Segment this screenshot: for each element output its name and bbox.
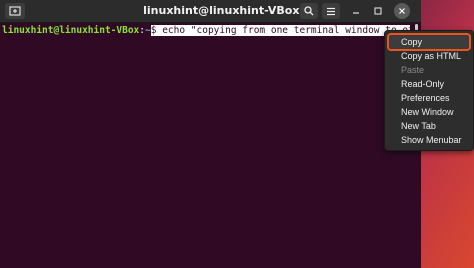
hamburger-menu-icon: [327, 7, 335, 15]
menu-item-copy-as-html[interactable]: Copy as HTML: [389, 49, 469, 63]
menu-item-paste[interactable]: Paste: [389, 63, 469, 77]
menu-item-show-menubar[interactable]: Show Menubar: [389, 133, 469, 147]
menu-button[interactable]: [322, 3, 340, 19]
terminal-area[interactable]: linuxhint@linuxhint-VBox:~$ echo "copyin…: [0, 23, 421, 268]
prompt-path: ~: [145, 25, 151, 36]
maximize-icon: [374, 7, 382, 15]
new-tab-button[interactable]: [5, 3, 25, 19]
command-line: linuxhint@linuxhint-VBox:~$ echo "copyin…: [2, 24, 421, 37]
menu-item-copy[interactable]: Copy: [387, 33, 471, 51]
terminal-window: linuxhint@linuxhint-VBox: ~ linuxhint@li…: [0, 0, 421, 268]
window-title: linuxhint@linuxhint-VBox: ~: [143, 4, 317, 17]
close-icon: [399, 8, 405, 14]
menu-item-new-tab[interactable]: New Tab: [389, 119, 469, 133]
context-menu: Copy Copy as HTML Paste Read-Only Prefer…: [384, 30, 474, 151]
prompt-user: linuxhint@linuxhint-VBox: [2, 25, 140, 36]
minimize-button[interactable]: [348, 3, 364, 19]
minimize-icon: [353, 12, 359, 14]
close-button[interactable]: [394, 3, 410, 19]
menu-item-new-window[interactable]: New Window: [389, 105, 469, 119]
menu-item-preferences[interactable]: Preferences: [389, 91, 469, 105]
title-bar: linuxhint@linuxhint-VBox: ~: [0, 0, 421, 23]
selected-command-text[interactable]: $ echo "copying from one terminal window…: [150, 25, 421, 36]
search-button[interactable]: [300, 3, 318, 19]
search-icon: [304, 6, 314, 16]
maximize-button[interactable]: [370, 3, 386, 19]
new-tab-icon: [9, 6, 21, 16]
menu-item-read-only[interactable]: Read-Only: [389, 77, 469, 91]
